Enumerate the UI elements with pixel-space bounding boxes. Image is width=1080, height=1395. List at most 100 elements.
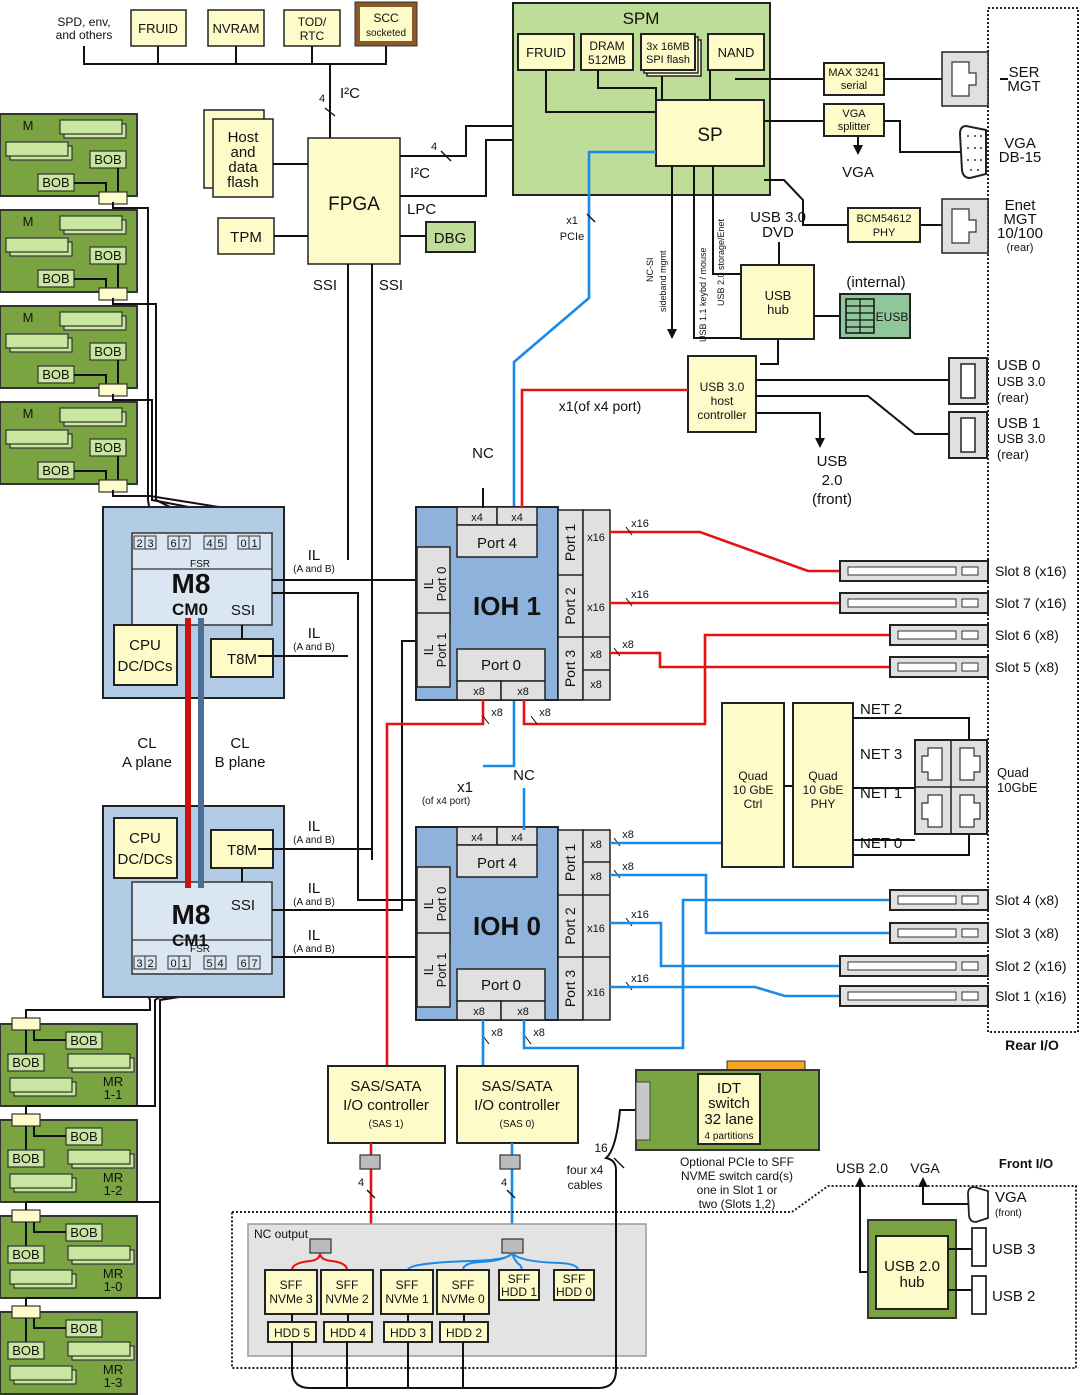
il-ab-label: (A and B) [293, 944, 335, 955]
bob-label: BOB [42, 271, 69, 286]
bob-label: BOB [42, 175, 69, 190]
dbg-label: DBG [434, 230, 467, 247]
pcie-slot: Slot 7 (x16) [839, 592, 1067, 614]
cable-width-label: 16 [594, 1141, 608, 1155]
idt-caption1: Optional PCIe to SFF [680, 1155, 794, 1169]
link-width-label: x16 [631, 589, 649, 601]
fsr-port-number: 3 [136, 958, 142, 970]
fsr-port-number: 4 [217, 958, 223, 970]
pcie-slot: Slot 5 (x8) [889, 656, 1059, 678]
pcie-slot: Slot 3 (x8) [889, 922, 1059, 944]
link-width-label: x8 [622, 639, 634, 651]
nc-connector-blue [501, 1238, 524, 1254]
bob-label: BOB [94, 152, 121, 167]
front-io-title: Front I/O [999, 1156, 1053, 1171]
link-width-label: x16 [631, 973, 649, 985]
fruid-top-label: FRUID [138, 21, 178, 36]
lane-width-label: x8 [590, 839, 602, 851]
x4-label: x4 [511, 832, 523, 844]
link-width-label: x16 [631, 909, 649, 921]
link-width-label: x8 [491, 1027, 503, 1039]
dcdc-label: DC/DCs [118, 658, 173, 675]
dimm-slot [9, 1269, 73, 1285]
hdd-label: HDD 4 [330, 1326, 366, 1340]
ioh-label: IOH 0 [473, 911, 541, 941]
sas1-label3: (SAS 1) [368, 1119, 403, 1130]
ioh-label: IOH 1 [473, 591, 541, 621]
memory-riser: BOBBOBMR1-2 [0, 1113, 138, 1203]
bcm-phy-label: PHY [873, 227, 896, 239]
il-port1-sub: Port 1 [434, 633, 449, 668]
cl-b-plane-label: B plane [215, 754, 266, 771]
enet-speed-label: 10/100 [997, 225, 1043, 242]
ctrl-label2: 10 GbE [733, 783, 774, 797]
t8m-label: T8M [227, 651, 257, 668]
cpu-module-cm1: 3 2 0 1 5 4 6 7FSRM8CM1SSIT8MCPUDC/DCs [102, 805, 285, 998]
dimm-slot [5, 333, 69, 349]
lane-width-label: x16 [587, 602, 605, 614]
fsr-port-number: 7 [251, 958, 257, 970]
nvme-label: NVMe 3 [269, 1292, 313, 1306]
pcie-slot-label: Slot 5 (x8) [995, 659, 1059, 675]
fsr-port-number: 6 [170, 538, 176, 550]
right-port-label: Port 2 [562, 587, 578, 625]
bob-label: BOB [42, 367, 69, 382]
riser-connector [11, 1209, 41, 1223]
memory-riser: BOBBOBMR1-1 [0, 1017, 138, 1107]
sas0-label2: I/O controller [474, 1097, 560, 1114]
port4-label: Port 4 [477, 535, 517, 552]
sff-label: SFF [508, 1272, 531, 1286]
bob-label: BOB [42, 463, 69, 478]
dimm-slot [9, 1173, 73, 1189]
memory-riser-number: 1-1 [104, 1087, 123, 1102]
link-width-label: x8 [622, 861, 634, 873]
hdd-label: HDD 3 [390, 1326, 426, 1340]
bob-label: BOB [12, 1343, 39, 1358]
usb3-front-label: USB 3 [992, 1241, 1035, 1258]
enet-rear-label: (rear) [1007, 242, 1034, 254]
il-label: IL [308, 818, 321, 835]
dimm-slot [9, 1077, 73, 1093]
t8m-label: T8M [227, 842, 257, 859]
ioh0-uplink-port-label: (of x4 port) [422, 796, 470, 807]
i2c-top-label: I²C [340, 85, 360, 102]
ssi-label-2: SSI [379, 277, 403, 294]
dimm-slot [9, 1365, 73, 1381]
fsr-port-number: 0 [170, 958, 176, 970]
il-label: IL [308, 547, 321, 564]
hdd-label: HDD 5 [274, 1326, 310, 1340]
ioh0-nc-label: NC [513, 767, 535, 784]
usb-front-label3: (front) [812, 491, 852, 508]
lane-width-label: x16 [587, 987, 605, 999]
hdd-label: HDD 2 [446, 1326, 482, 1340]
lane-width-label: x16 [587, 923, 605, 935]
vga-down-label: VGA [842, 164, 874, 181]
vga-front-label: VGA [995, 1189, 1027, 1206]
link-width-label: x8 [491, 707, 503, 719]
il-port0-sub: Port 0 [434, 567, 449, 602]
right-port-label: Port 3 [562, 970, 578, 1008]
scc-socketed-label: socketed [366, 28, 406, 39]
memory-riser: M BOB BOB [0, 113, 138, 205]
idt-caption3: one in Slot 1 or [697, 1183, 778, 1197]
fsr-port-number: 5 [206, 958, 212, 970]
ctrl-label3: Ctrl [744, 797, 763, 811]
x8-label: x8 [517, 686, 529, 698]
sideband-label: sideband mgmt [658, 250, 668, 312]
memory-riser: M BOB BOB [0, 305, 138, 397]
idt-caption2: NVME switch card(s) [681, 1169, 793, 1183]
dimm-slot [67, 1149, 131, 1165]
memory-riser: BOBBOBMR1-0 [0, 1209, 138, 1299]
link-width-label: x16 [631, 518, 649, 530]
ssi-label: SSI [231, 897, 255, 914]
pcie-slot-label: Slot 6 (x8) [995, 627, 1059, 643]
sas0-label3: (SAS 0) [499, 1119, 534, 1130]
dimm-slot [59, 215, 123, 231]
fpga-i2c-label: I²C [410, 165, 430, 182]
x4-label: x4 [471, 512, 483, 524]
spi-flash-label1: 3x 16MB [646, 41, 689, 53]
spi-flash-label2: SPI flash [646, 54, 690, 66]
usb1-type-label: USB 3.0 [997, 431, 1045, 446]
fsr-port-number: 1 [181, 958, 187, 970]
lane-width-label: x16 [587, 532, 605, 544]
